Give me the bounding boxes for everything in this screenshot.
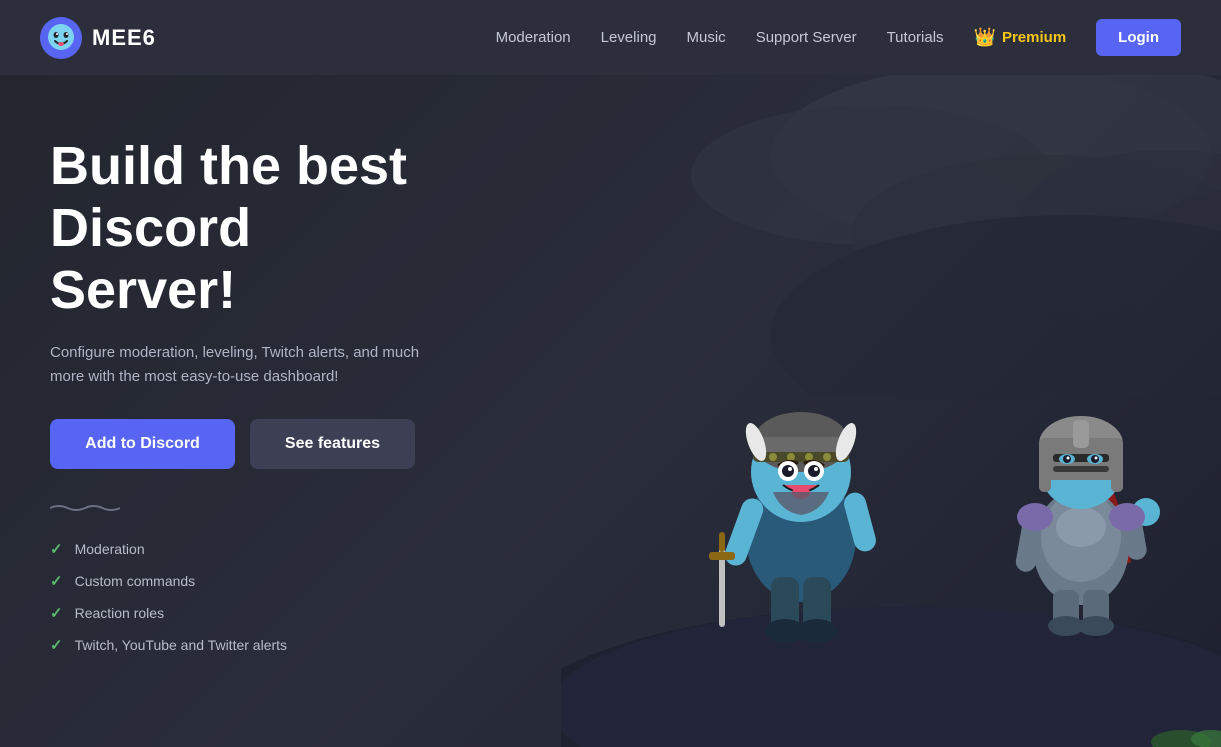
- check-icon-reaction-roles: ✓: [50, 604, 63, 622]
- check-icon-alerts: ✓: [50, 636, 63, 654]
- feature-item-alerts: ✓ Twitch, YouTube and Twitter alerts: [50, 636, 450, 654]
- hero-section: Build the best Discord Server! Configure…: [0, 75, 1221, 747]
- hero-title: Build the best Discord Server!: [50, 135, 450, 321]
- feature-item-moderation: ✓ Moderation: [50, 540, 450, 558]
- hero-title-line2: Discord Server!: [50, 198, 251, 320]
- hero-title-line1: Build the best: [50, 136, 407, 196]
- wave-icon: [50, 504, 120, 512]
- crown-icon: 👑: [974, 27, 996, 48]
- feature-item-reaction-roles: ✓ Reaction roles: [50, 604, 450, 622]
- check-icon-custom-commands: ✓: [50, 572, 63, 590]
- premium-label: Premium: [1002, 29, 1066, 46]
- hero-illustration: [651, 187, 1201, 747]
- see-features-button[interactable]: See features: [250, 419, 415, 469]
- add-to-discord-button[interactable]: Add to Discord: [50, 419, 235, 469]
- viking-character: [701, 337, 901, 657]
- nav-link-premium[interactable]: 👑 Premium: [974, 27, 1067, 48]
- feature-label-moderation: Moderation: [75, 541, 145, 557]
- feature-label-reaction-roles: Reaction roles: [75, 605, 165, 621]
- brand-link[interactable]: MEE6: [40, 17, 156, 59]
- feature-list: ✓ Moderation ✓ Custom commands ✓ Reactio…: [50, 540, 450, 654]
- nav-link-support[interactable]: Support Server: [756, 29, 857, 46]
- nav-link-moderation[interactable]: Moderation: [496, 29, 571, 46]
- nav-link-tutorials[interactable]: Tutorials: [887, 29, 944, 46]
- feature-item-custom-commands: ✓ Custom commands: [50, 572, 450, 590]
- check-icon-moderation: ✓: [50, 540, 63, 558]
- hero-content: Build the best Discord Server! Configure…: [0, 75, 500, 654]
- feature-label-custom-commands: Custom commands: [75, 573, 196, 589]
- nav-link-music[interactable]: Music: [687, 29, 726, 46]
- login-button[interactable]: Login: [1096, 19, 1181, 56]
- wave-divider: [50, 504, 450, 512]
- feature-label-alerts: Twitch, YouTube and Twitter alerts: [75, 637, 287, 653]
- brand-logo-icon: [40, 17, 82, 59]
- hero-buttons: Add to Discord See features: [50, 419, 450, 469]
- nav-link-leveling[interactable]: Leveling: [601, 29, 657, 46]
- navbar: MEE6 Moderation Leveling Music Support S…: [0, 0, 1221, 75]
- brand-name: MEE6: [92, 25, 156, 51]
- hero-subtitle: Configure moderation, leveling, Twitch a…: [50, 341, 430, 389]
- knight-character: [991, 362, 1171, 642]
- nav-links: Moderation Leveling Music Support Server…: [496, 19, 1181, 56]
